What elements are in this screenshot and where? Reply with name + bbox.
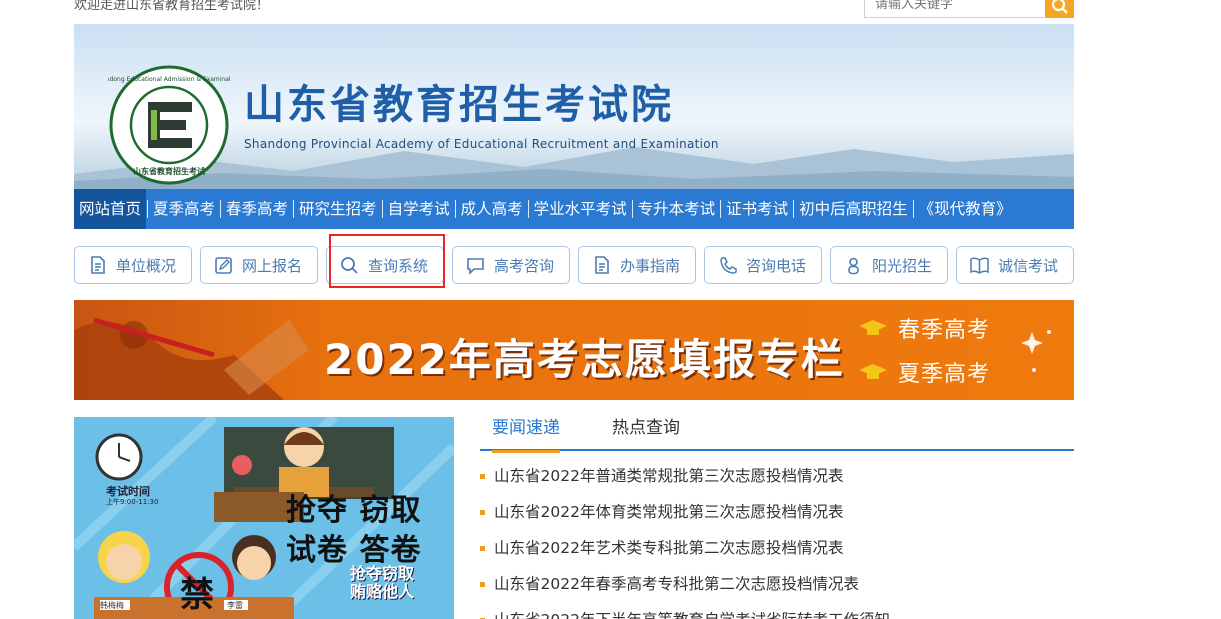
chat-icon (467, 257, 484, 275)
quick-link-0[interactable]: 单位概况 (74, 246, 192, 284)
document-icon (595, 255, 609, 274)
quick-link-label: 阳光招生 (872, 256, 933, 275)
clock-time: 上午9:00-11:30 (106, 498, 159, 506)
main-nav: 网站首页 夏季高考 春季高考 研究生招考 自学考试 成人高考 学业水平考试 专升本考试 证书考试… (74, 189, 1074, 229)
volunteer-promo-banner[interactable]: 2022年高考志愿填报专栏 春季高考 夏季高考 (74, 300, 1074, 400)
nav-separator (381, 200, 383, 218)
quick-link-3[interactable]: 高考咨询 (452, 246, 570, 284)
quick-link-label: 办事指南 (620, 256, 681, 275)
nav-separator (793, 200, 795, 218)
document-icon (91, 255, 105, 274)
page: 欢迎走进山东省教育招生考试院！ 请输入关键字 山东省教育招生考试 Shandon… (0, 0, 1221, 619)
phone-icon (720, 256, 737, 274)
news-tabs: 要闻速递 热点查询 (480, 417, 1074, 453)
promo-title: 2022年高考志愿填报专栏 (324, 335, 845, 384)
nav-separator (454, 200, 456, 218)
nav-item-2[interactable]: 春季高考 (222, 189, 292, 229)
highlight-box (329, 234, 445, 288)
nav-separator (527, 200, 529, 218)
nav-item-9[interactable]: 初中后高职招生 (795, 189, 912, 229)
illustration-line-2: 试卷 答卷 (286, 533, 422, 568)
name-tag-left: 韩梅梅 (100, 601, 124, 610)
quick-link-label: 单位概况 (116, 256, 177, 275)
quick-link-label: 咨询电话 (746, 256, 807, 275)
integrity-exam-illustration[interactable]: 考试时间 上午9:00-11:30 抢夺 窃取 试卷 答卷 抢夺窃取 贿赂他人 … (74, 417, 454, 619)
nav-item-10[interactable]: 《现代教育》 (915, 189, 1016, 229)
nav-item-4[interactable]: 自学考试 (384, 189, 454, 229)
welcome-text: 欢迎走进山东省教育招生考试院！ (74, 0, 270, 13)
site-title: 山东省教育招生考试院 (244, 82, 674, 128)
illustration-side-text: 抢夺窃取 贿赂他人 (350, 564, 415, 601)
top-bar: 欢迎走进山东省教育招生考试院！ 请输入关键字 (0, 0, 1221, 18)
quick-link-5[interactable]: 咨询电话 (704, 246, 822, 284)
nav-separator (720, 200, 722, 218)
nav-separator (220, 200, 222, 218)
nav-separator (293, 200, 295, 218)
quick-link-4[interactable]: 办事指南 (578, 246, 696, 284)
svg-text:山东省教育招生考试: 山东省教育招生考试 (133, 166, 205, 176)
nav-item-0[interactable]: 网站首页 (74, 189, 147, 229)
quick-link-6[interactable]: 阳光招生 (830, 246, 948, 284)
search-input[interactable]: 请输入关键字 (864, 0, 1046, 18)
svg-text:Shandong Educational Admission: Shandong Educational Admission & Examina… (108, 76, 230, 83)
name-tag-right: 李雷 (227, 601, 243, 610)
quick-link-1[interactable]: 网上报名 (200, 246, 318, 284)
nav-separator (147, 200, 149, 218)
stamp-text: 禁 (180, 575, 214, 615)
nav-separator (631, 200, 633, 218)
book-icon (970, 256, 989, 274)
news-list: 山东省2022年普通类常规批第三次志愿投档情况表 山东省2022年体育类常规批第三… (480, 462, 1074, 619)
nav-item-8[interactable]: 证书考试 (722, 189, 792, 229)
nav-item-6[interactable]: 学业水平考试 (530, 189, 631, 229)
illustration-line-1: 抢夺 窃取 (286, 493, 422, 528)
tab-hot-query[interactable]: 热点查询 (612, 417, 680, 451)
nav-item-3[interactable]: 研究生招考 (295, 189, 381, 229)
nav-item-5[interactable]: 成人高考 (457, 189, 527, 229)
nav-separator (912, 200, 914, 218)
quick-link-label: 高考咨询 (494, 256, 555, 275)
news-item[interactable]: 山东省2022年下半年高等教育自学考试省际转考工作须知 (480, 606, 1074, 619)
nav-item-7[interactable]: 专升本考试 (634, 189, 720, 229)
site-title-english: Shandong Provincial Academy of Education… (244, 137, 719, 151)
news-item[interactable]: 山东省2022年体育类常规批第三次志愿投档情况表 (480, 498, 1074, 534)
news-item[interactable]: 山东省2022年艺术类专科批第二次志愿投档情况表 (480, 534, 1074, 570)
quick-link-7[interactable]: 诚信考试 (956, 246, 1074, 284)
spring-gaokao-link[interactable]: 春季高考 (898, 312, 990, 344)
quick-link-label: 网上报名 (242, 256, 303, 275)
search-icon (1051, 0, 1068, 14)
edit-icon (215, 256, 232, 274)
academy-seal-logo: 山东省教育招生考试 Shandong Educational Admission… (108, 65, 230, 185)
news-item[interactable]: 山东省2022年春季高考专科批第二次志愿投档情况表 (480, 570, 1074, 606)
news-item[interactable]: 山东省2022年普通类常规批第三次志愿投档情况表 (480, 462, 1074, 498)
person-icon (848, 257, 859, 274)
summer-gaokao-link[interactable]: 夏季高考 (898, 356, 990, 388)
search-button[interactable] (1045, 0, 1074, 18)
tab-news-express[interactable]: 要闻速递 (492, 417, 560, 453)
quick-link-label: 诚信考试 (998, 256, 1059, 275)
nav-item-1[interactable]: 夏季高考 (149, 189, 219, 229)
